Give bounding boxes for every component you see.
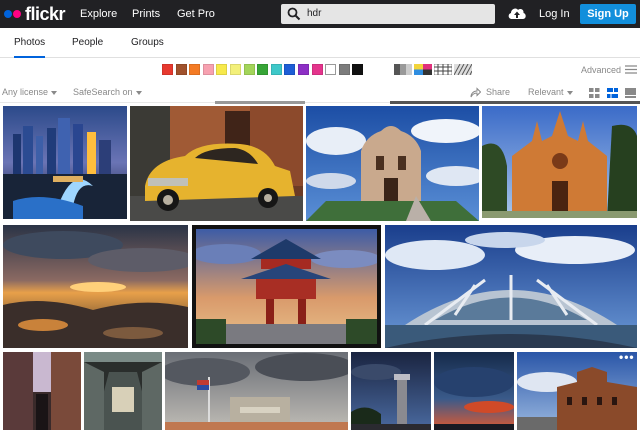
color-swatch[interactable] <box>338 64 350 75</box>
license-label: Any license <box>2 87 49 97</box>
search-icon <box>287 7 301 21</box>
photo-image <box>482 106 637 218</box>
tab-people[interactable]: People <box>72 28 103 58</box>
previous-row-sliver <box>215 101 305 104</box>
share-icon[interactable] <box>470 87 481 98</box>
color-swatch[interactable] <box>175 64 187 75</box>
tab-groups[interactable]: Groups <box>131 28 164 58</box>
color-swatch[interactable] <box>325 64 337 75</box>
license-dropdown[interactable]: Any license <box>2 84 58 101</box>
color-swatch[interactable] <box>216 64 228 75</box>
filter-toolbar: Any license SafeSearch on Share Relevant <box>0 84 640 101</box>
nav-explore[interactable]: Explore <box>80 0 117 28</box>
color-swatch[interactable] <box>352 64 364 75</box>
login-link[interactable]: Log In <box>539 0 570 28</box>
photo-image <box>306 106 479 221</box>
photo-yellow-vintage-car[interactable] <box>130 106 303 221</box>
tab-photos[interactable]: Photos <box>14 28 46 58</box>
photo-chinese-pagoda[interactable] <box>192 225 381 348</box>
color-swatch[interactable] <box>189 64 201 75</box>
photo-image <box>385 225 637 348</box>
previous-row-sliver <box>390 101 640 104</box>
more-options-icon[interactable]: ••• <box>619 351 635 363</box>
photo-singapore-skyline-fountain[interactable] <box>3 106 127 219</box>
photo-image <box>130 106 303 221</box>
photo-gothic-church-orange[interactable] <box>482 106 637 218</box>
top-navigation-bar: flickr Explore Prints Get Pro hdr Log In… <box>0 0 640 28</box>
pattern-icon[interactable] <box>434 64 452 75</box>
color-swatch[interactable] <box>243 64 255 75</box>
upload-cloud-icon[interactable] <box>507 5 527 21</box>
flickr-logo[interactable]: flickr <box>4 3 66 25</box>
color-swatch[interactable] <box>162 64 173 75</box>
signup-button[interactable]: Sign Up <box>580 4 636 24</box>
justified-view-icon[interactable] <box>607 88 618 98</box>
photo-image <box>3 225 188 348</box>
color-swatch[interactable] <box>311 64 323 75</box>
logo-pink-dot <box>13 10 21 18</box>
style-filter-row <box>394 64 474 75</box>
photo-sunset-seascape-rocks[interactable] <box>3 225 188 348</box>
grid-view-icon[interactable] <box>589 88 600 98</box>
photo-narrow-alley[interactable] <box>3 352 81 430</box>
photo-flag-building-stormy-sky[interactable] <box>165 352 348 430</box>
list-view-icon[interactable] <box>625 88 636 98</box>
safesearch-label: SafeSearch on <box>73 87 133 97</box>
color-swatch[interactable] <box>270 64 282 75</box>
search-type-tabs: Photos People Groups <box>0 28 640 58</box>
color-swatch[interactable] <box>202 64 214 75</box>
search-input[interactable]: hdr <box>281 4 495 24</box>
photo-image <box>165 352 348 430</box>
logo-blue-dot <box>4 10 12 18</box>
pop-art-icon[interactable] <box>414 64 432 75</box>
advanced-search-link[interactable]: Advanced <box>581 64 621 76</box>
search-query: hdr <box>307 8 322 19</box>
photo-modern-pavilion-fisheye[interactable] <box>385 225 637 348</box>
color-swatch[interactable] <box>284 64 296 75</box>
photo-tower-night-sky[interactable] <box>351 352 431 430</box>
minimal-icon[interactable] <box>454 64 472 75</box>
color-swatch[interactable] <box>229 64 241 75</box>
photo-image <box>3 352 81 430</box>
logo-text: flickr <box>25 3 66 24</box>
filter-settings-icon[interactable] <box>625 64 637 75</box>
photo-arcade-corridor[interactable] <box>84 352 162 430</box>
nav-get-pro[interactable]: Get Pro <box>177 0 215 28</box>
photo-image <box>434 352 514 430</box>
color-swatch[interactable] <box>297 64 309 75</box>
nav-prints[interactable]: Prints <box>132 0 160 28</box>
desaturated-icon[interactable] <box>394 64 412 75</box>
sort-label: Relevant <box>528 87 564 97</box>
photo-image <box>196 229 377 344</box>
photo-ornate-building-clouds[interactable] <box>306 106 479 221</box>
color-swatch[interactable] <box>257 64 269 75</box>
photo-image <box>351 352 431 430</box>
photo-dramatic-sunset-clouds[interactable] <box>434 352 514 430</box>
share-button[interactable]: Share <box>486 84 510 101</box>
chevron-down-icon <box>51 90 58 95</box>
photo-image <box>3 106 127 219</box>
color-filter-row <box>162 64 366 76</box>
photo-image <box>84 352 162 430</box>
chevron-down-icon <box>135 90 142 95</box>
sort-dropdown[interactable]: Relevant <box>528 84 573 101</box>
chevron-down-icon <box>566 90 573 95</box>
safesearch-dropdown[interactable]: SafeSearch on <box>73 84 142 101</box>
